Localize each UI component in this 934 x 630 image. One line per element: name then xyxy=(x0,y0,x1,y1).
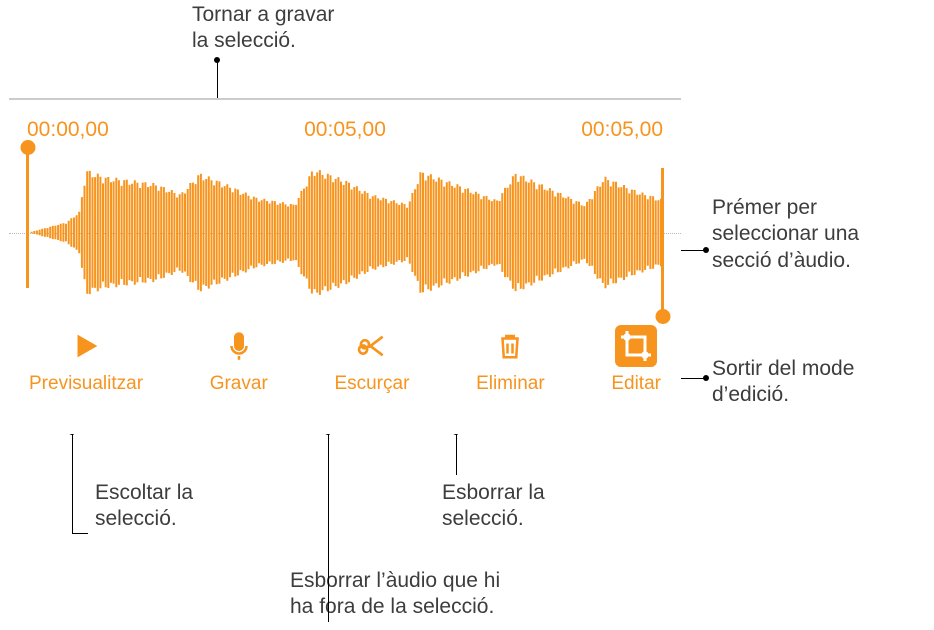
preview-label: Previsualitzar xyxy=(29,373,143,395)
leader-preview-h xyxy=(72,533,88,534)
callout-record: Tornar a gravar la selecció. xyxy=(192,2,334,55)
audio-editor-panel: 00:00,00 00:05,00 00:05,00 Previsualitza… xyxy=(9,98,681,434)
toolbar: Previsualitzar Gravar Escurçar Eliminar xyxy=(9,305,681,407)
trash-icon xyxy=(489,325,531,367)
crop-icon xyxy=(615,325,657,367)
scissors-icon xyxy=(351,325,393,367)
leader-dot xyxy=(703,247,709,253)
callout-handle: Prémer per seleccionar una secció d’àudi… xyxy=(712,195,859,274)
timeline: 00:00,00 00:05,00 00:05,00 xyxy=(9,100,681,160)
callout-trim: Esborrar l’àudio que hi ha fora de la se… xyxy=(290,568,500,621)
microphone-icon xyxy=(218,325,260,367)
record-button[interactable]: Gravar xyxy=(210,325,268,395)
edit-label: Editar xyxy=(611,373,661,395)
leader-dot xyxy=(214,57,220,63)
preview-button[interactable]: Previsualitzar xyxy=(29,325,143,395)
selection-handle-start[interactable] xyxy=(26,148,29,288)
selection-handle-start-knob[interactable] xyxy=(20,140,35,155)
callout-preview: Escoltar la selecció. xyxy=(95,480,193,533)
leader-dot xyxy=(703,375,709,381)
time-end: 00:05,00 xyxy=(581,118,663,142)
trim-button[interactable]: Escurçar xyxy=(334,325,409,395)
selection-handle-end[interactable] xyxy=(661,168,664,316)
trim-label: Escurçar xyxy=(334,373,409,395)
edit-button[interactable]: Editar xyxy=(611,325,661,395)
waveform-svg xyxy=(9,160,681,305)
play-icon xyxy=(65,325,107,367)
time-start: 00:00,00 xyxy=(27,118,109,142)
time-middle: 00:05,00 xyxy=(304,118,386,142)
leader-delete xyxy=(456,432,457,475)
leader-preview xyxy=(72,432,73,534)
record-label: Gravar xyxy=(210,373,268,395)
waveform[interactable] xyxy=(9,160,681,305)
delete-button[interactable]: Eliminar xyxy=(476,325,545,395)
delete-label: Eliminar xyxy=(476,373,545,395)
callout-delete: Esborrar la selecció. xyxy=(442,480,545,533)
callout-exit-edit: Sortir del mode d’edició. xyxy=(712,356,854,409)
